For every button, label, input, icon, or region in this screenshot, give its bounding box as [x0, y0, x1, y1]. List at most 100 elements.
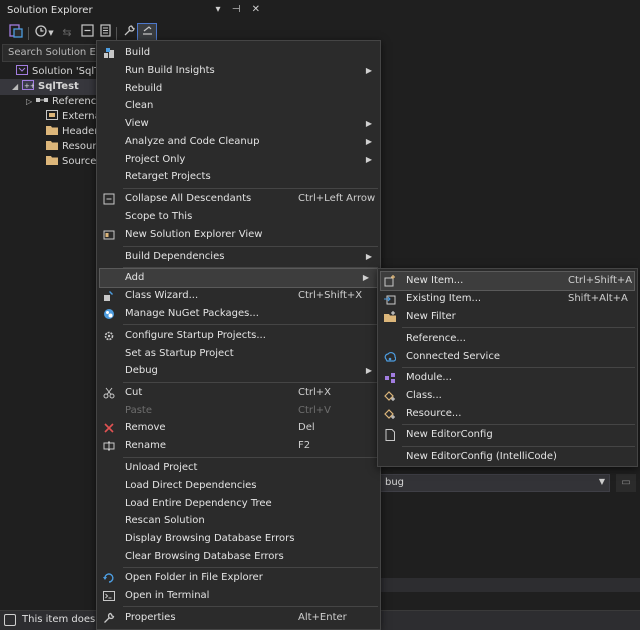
menu-item-add[interactable]: Add ▶ [99, 268, 378, 288]
tree-item-solution[interactable]: Solution 'SqlTe [16, 64, 105, 80]
title-controls[interactable]: ▾ ⊣ ✕ [216, 4, 264, 15]
menu-item-set-startup[interactable]: Set as Startup Project [97, 345, 380, 363]
editorconfig-icon [385, 429, 395, 441]
menu-item-view[interactable]: View ▶ [97, 115, 380, 133]
external-deps-icon [46, 110, 58, 120]
resource-icon [384, 409, 395, 419]
terminal-icon [103, 591, 115, 601]
sync-icon[interactable]: ⇆ [58, 24, 76, 42]
menu-item-remove[interactable]: Remove Del [97, 419, 380, 437]
menu-item-properties[interactable]: Properties Alt+Enter [97, 609, 380, 627]
menu-separator [402, 327, 635, 328]
submenu-arrow-icon: ▶ [365, 155, 372, 164]
menu-item-rename[interactable]: Rename F2 [97, 437, 380, 455]
menu-item-new-view[interactable]: New Solution Explorer View [97, 226, 380, 244]
submenu-item-module[interactable]: Module... [378, 369, 637, 387]
submenu-item-connected-service[interactable]: Connected Service [378, 348, 637, 366]
menu-item-paste[interactable]: Paste Ctrl+V [97, 402, 380, 420]
submenu-item-new-editorconfig-intellicode[interactable]: New EditorConfig (IntelliCode) [378, 448, 637, 466]
submenu-item-class[interactable]: Class... [378, 387, 637, 405]
scissors-icon [103, 387, 115, 399]
submenu-item-new-editorconfig[interactable]: New EditorConfig [378, 426, 637, 444]
new-filter-icon [384, 311, 396, 322]
menu-item-clean[interactable]: Clean [97, 97, 380, 115]
menu-item-rebuild[interactable]: Rebuild [97, 80, 380, 98]
properties-description-bar [378, 578, 640, 592]
menu-item-debug[interactable]: Debug ▶ [97, 362, 380, 380]
submenu-item-reference[interactable]: Reference... [378, 330, 637, 348]
menu-item-manage-nuget[interactable]: Manage NuGet Packages... [97, 305, 380, 323]
collapse-all-icon[interactable] [78, 24, 96, 42]
menu-item-load-entire[interactable]: Load Entire Dependency Tree [97, 495, 380, 513]
menu-item-build-dependencies[interactable]: Build Dependencies ▶ [97, 248, 380, 266]
properties-object-combo[interactable]: bug ▼ [378, 474, 610, 492]
menu-item-cut[interactable]: Cut Ctrl+X [97, 384, 380, 402]
tree-item-references[interactable]: ▷ Referenc [26, 94, 96, 110]
submenu-arrow-icon: ▶ [365, 252, 372, 261]
folder-icon [46, 126, 58, 135]
existing-item-icon [384, 295, 396, 305]
submenu-item-existing-item[interactable]: Existing Item... Shift+Alt+A [378, 290, 637, 308]
menu-separator [123, 246, 378, 247]
module-icon [385, 373, 395, 383]
menu-item-analyze[interactable]: Analyze and Code Cleanup ▶ [97, 133, 380, 151]
switch-views-icon[interactable] [7, 24, 25, 42]
menu-item-class-wizard[interactable]: Class Wizard... Ctrl+Shift+X [97, 287, 380, 305]
submenu-arrow-icon: ▶ [365, 137, 372, 146]
expanded-arrow-icon: ◢ [12, 82, 19, 91]
submenu-arrow-icon: ▶ [365, 119, 372, 128]
rename-icon [103, 441, 115, 451]
menu-separator [123, 457, 378, 458]
collapsed-arrow-icon: ▷ [26, 97, 33, 106]
submenu-item-new-filter[interactable]: New Filter [378, 308, 637, 326]
submenu-item-resource[interactable]: Resource... [378, 405, 637, 423]
menu-item-clear-db-errors[interactable]: Clear Browsing Database Errors [97, 548, 380, 566]
menu-item-open-terminal[interactable]: Open in Terminal [97, 587, 380, 605]
references-icon [36, 98, 48, 102]
folder-icon [46, 156, 58, 165]
svg-text:++: ++ [24, 82, 34, 90]
class-icon [384, 391, 395, 401]
project-context-menu: Build Run Build Insights ▶ Rebuild Clean … [96, 40, 381, 630]
nuget-icon [104, 309, 114, 319]
menu-separator [402, 424, 635, 425]
submenu-item-new-item[interactable]: New Item... Ctrl+Shift+A [380, 271, 635, 291]
submenu-arrow-icon: ▶ [365, 66, 372, 75]
menu-item-open-folder[interactable]: Open Folder in File Explorer [97, 569, 380, 587]
chevron-down-icon[interactable]: ▼ [46, 24, 56, 42]
menu-separator [402, 367, 635, 368]
message-icon [4, 614, 16, 626]
project-icon: ++ [22, 80, 34, 90]
menu-item-unload[interactable]: Unload Project [97, 459, 380, 477]
property-pages-icon[interactable]: ▭ [616, 474, 636, 492]
menu-separator [402, 446, 635, 447]
collapse-icon [103, 193, 115, 205]
menu-separator [123, 324, 378, 325]
menu-item-retarget[interactable]: Retarget Projects [97, 168, 380, 186]
menu-separator [123, 267, 378, 268]
menu-item-configure-startup[interactable]: Configure Startup Projects... [97, 327, 380, 345]
solution-explorer-title: Solution Explorer [7, 5, 93, 16]
new-item-icon [384, 275, 395, 287]
tree-item-external[interactable]: External [46, 109, 104, 125]
menu-item-project-only[interactable]: Project Only ▶ [97, 151, 380, 169]
open-folder-icon [103, 573, 114, 583]
menu-item-build[interactable]: Build [97, 44, 380, 62]
menu-item-collapse-all[interactable]: Collapse All Descendants Ctrl+Left Arrow [97, 190, 380, 208]
menu-item-run-build-insights[interactable]: Run Build Insights ▶ [97, 62, 380, 80]
build-icon [104, 48, 114, 58]
tree-item-project[interactable]: ◢ ++ SqlTest [0, 79, 96, 95]
menu-separator [123, 567, 378, 568]
solution-explorer-title-bar: Solution Explorer ▾ ⊣ ✕ [0, 0, 270, 22]
menu-separator [123, 188, 378, 189]
add-submenu: New Item... Ctrl+Shift+A Existing Item...… [377, 268, 638, 467]
wrench-icon [104, 612, 115, 623]
new-view-icon [103, 230, 115, 240]
menu-item-display-db-errors[interactable]: Display Browsing Database Errors [97, 530, 380, 548]
menu-item-rescan[interactable]: Rescan Solution [97, 512, 380, 530]
folder-icon [46, 141, 58, 150]
connected-service-icon [384, 352, 396, 362]
menu-separator [123, 606, 378, 607]
menu-item-load-direct[interactable]: Load Direct Dependencies [97, 477, 380, 495]
menu-item-scope-to-this[interactable]: Scope to This [97, 208, 380, 226]
